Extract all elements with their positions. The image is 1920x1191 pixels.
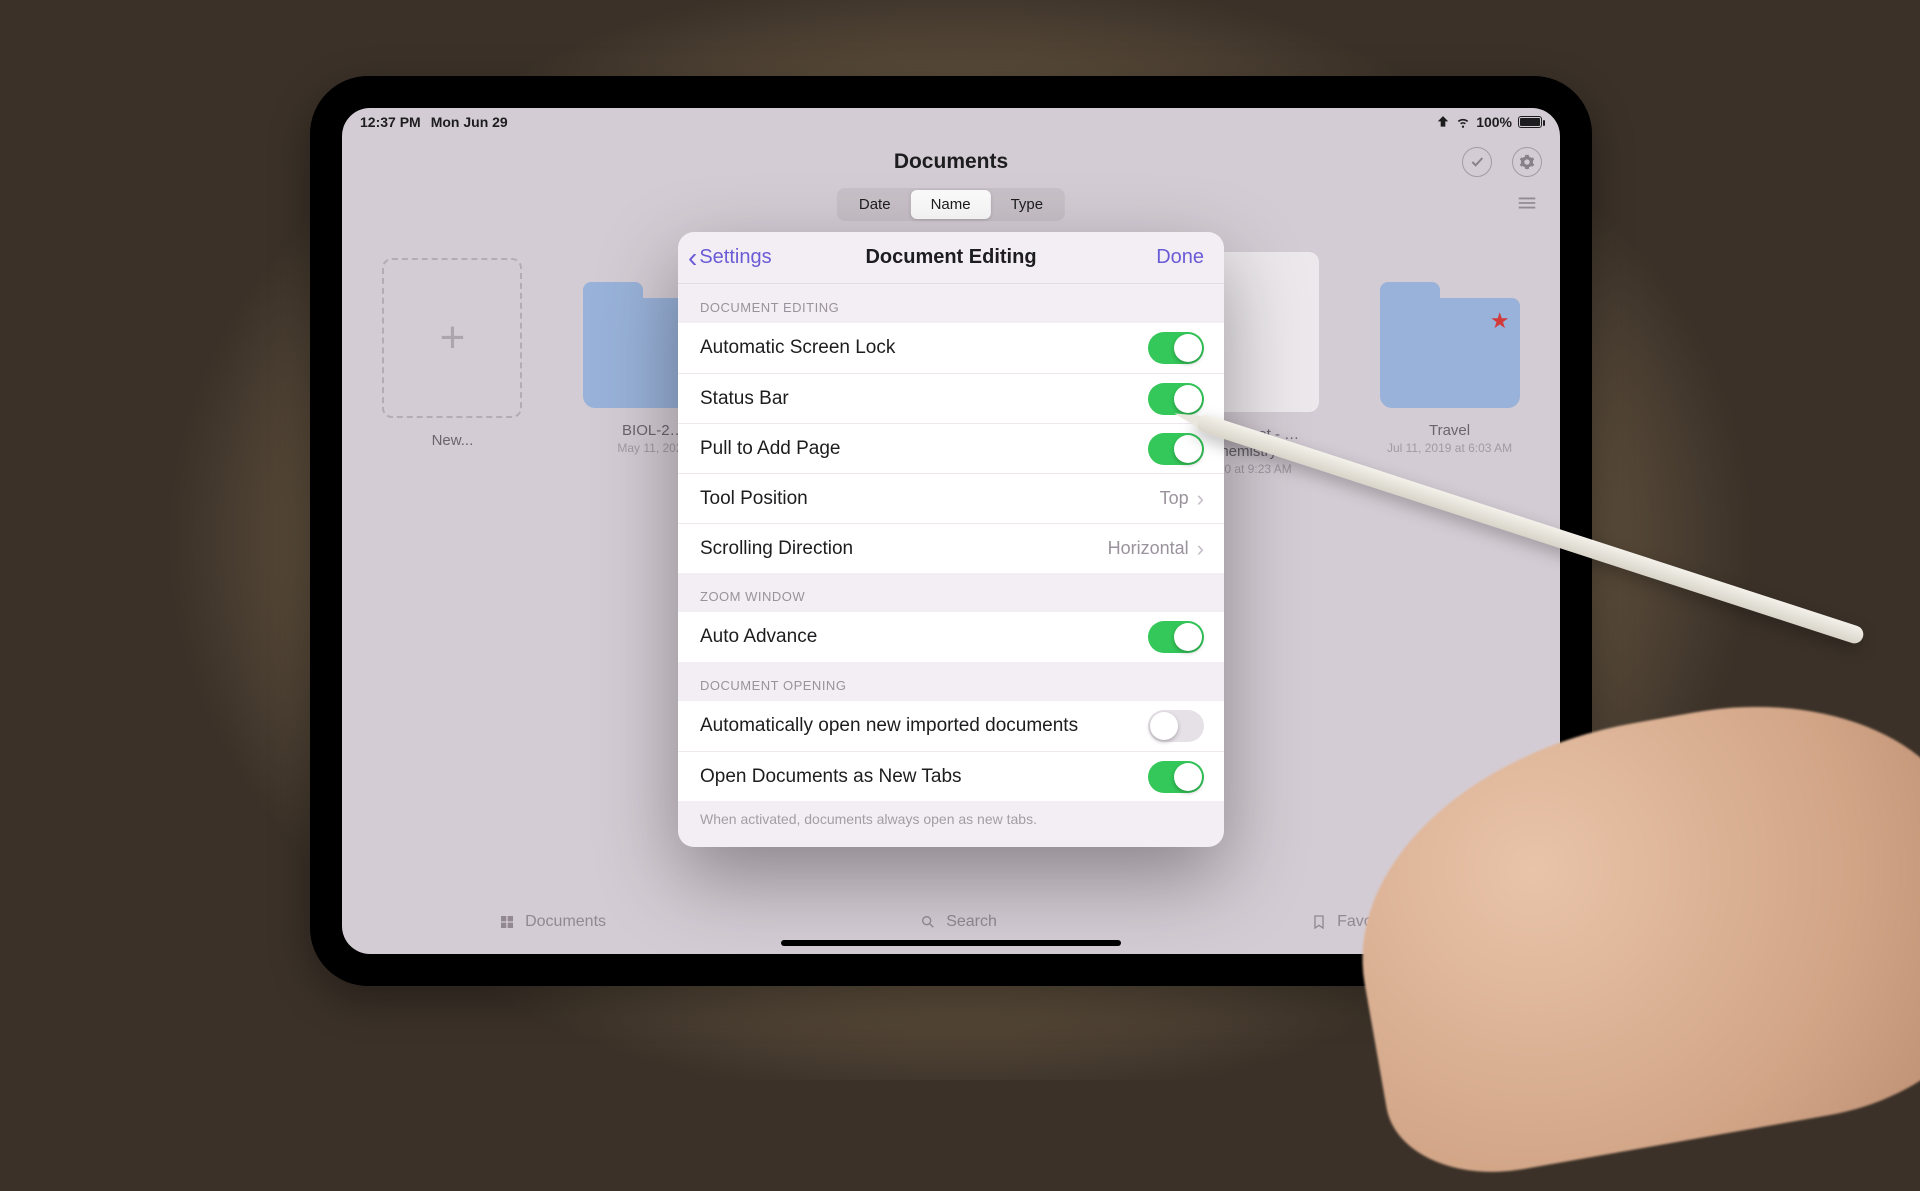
setting-label: Pull to Add Page: [700, 438, 841, 460]
settings-group: Automatically open new imported document…: [678, 701, 1224, 801]
toggle-open_as_tabs[interactable]: [1148, 761, 1204, 793]
section-header: DOCUMENT OPENING: [678, 662, 1224, 701]
setting-row-auto_open_imports[interactable]: Automatically open new imported document…: [678, 701, 1224, 751]
toggle-auto_advance[interactable]: [1148, 621, 1204, 653]
back-button[interactable]: ‹ Settings: [688, 244, 772, 272]
setting-label: Auto Advance: [700, 626, 817, 648]
setting-row-scroll_direction[interactable]: Scrolling Direction Horizontal ›: [678, 523, 1224, 573]
ipad-device-frame: 12:37 PM Mon Jun 29 100% Documents: [310, 76, 1592, 986]
chevron-right-icon: ›: [1197, 536, 1204, 562]
setting-value: Top: [1160, 488, 1189, 509]
done-button[interactable]: Done: [1156, 246, 1204, 269]
chevron-left-icon: ‹: [688, 244, 697, 272]
setting-label: Automatic Screen Lock: [700, 337, 895, 359]
setting-row-auto_screen_lock[interactable]: Automatic Screen Lock: [678, 323, 1224, 373]
settings-group: Auto Advance: [678, 612, 1224, 662]
section-header: DOCUMENT EDITING: [678, 284, 1224, 323]
toggle-pull_add_page[interactable]: [1148, 433, 1204, 465]
setting-row-auto_advance[interactable]: Auto Advance: [678, 612, 1224, 662]
section-header: ZOOM WINDOW: [678, 573, 1224, 612]
modal-title: Document Editing: [865, 246, 1036, 269]
setting-label: Open Documents as New Tabs: [700, 766, 962, 788]
setting-label: Status Bar: [700, 388, 789, 410]
setting-value: Horizontal: [1108, 538, 1189, 559]
setting-label: Tool Position: [700, 488, 808, 510]
chevron-right-icon: ›: [1197, 486, 1204, 512]
setting-row-tool_position[interactable]: Tool Position Top ›: [678, 473, 1224, 523]
setting-label: Scrolling Direction: [700, 538, 853, 560]
setting-row-open_as_tabs[interactable]: Open Documents as New Tabs: [678, 751, 1224, 801]
setting-label: Automatically open new imported document…: [700, 715, 1078, 737]
toggle-auto_screen_lock[interactable]: [1148, 332, 1204, 364]
modal-header: ‹ Settings Document Editing Done: [678, 232, 1224, 284]
ipad-screen: 12:37 PM Mon Jun 29 100% Documents: [342, 108, 1560, 954]
settings-group: Automatic Screen Lock Status Bar Pull to A…: [678, 323, 1224, 573]
toggle-auto_open_imports[interactable]: [1148, 710, 1204, 742]
setting-row-status_bar[interactable]: Status Bar: [678, 373, 1224, 423]
setting-row-pull_add_page[interactable]: Pull to Add Page: [678, 423, 1224, 473]
document-editing-modal: ‹ Settings Document Editing Done DOCUMEN…: [678, 232, 1224, 847]
back-label: Settings: [699, 246, 771, 269]
section-footnote: When activated, documents always open as…: [678, 801, 1224, 827]
